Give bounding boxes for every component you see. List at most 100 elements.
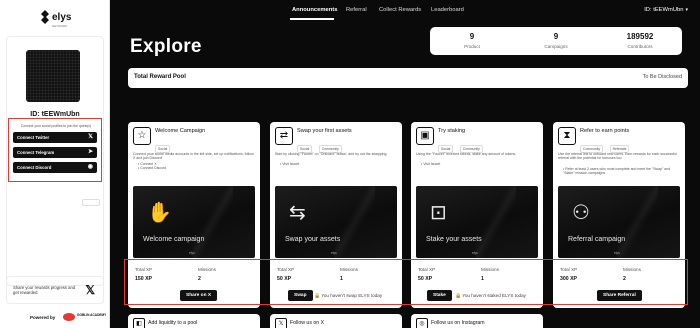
campaign-card-follow-x[interactable]: 𝕏 Follow us on X xyxy=(270,314,402,328)
powered-by-name: GOBLIN ACADEMY xyxy=(77,313,107,317)
goblin-academy-logo-icon xyxy=(63,313,75,321)
card-title: Welcome Campaign xyxy=(155,128,206,134)
x-icon: 𝕏 xyxy=(275,318,287,328)
nav-active-indicator xyxy=(290,18,334,20)
hourglass-icon: ⧗ xyxy=(558,127,576,145)
brand-sub: NETWORK xyxy=(52,24,68,28)
reward-pool-label: Total Reward Pool xyxy=(134,74,186,80)
image-stripe xyxy=(335,186,375,258)
reward-pool-bar: Total Reward Pool To Be Disclosed xyxy=(128,68,688,88)
brand-logo[interactable]: elys NETWORK xyxy=(40,10,74,32)
sidebar: elys NETWORK ID: tEEWmUbn Connect your s… xyxy=(0,0,110,328)
card-image-brand: elys xyxy=(472,251,478,255)
stat-product-label: Product xyxy=(464,44,480,49)
card-image-brand: elys xyxy=(614,251,620,255)
card-image-label: Referral campaign xyxy=(568,236,626,243)
card-title: Swap your first assets xyxy=(297,128,352,134)
image-stripe xyxy=(618,186,658,258)
referral-network-icon: ⚇ xyxy=(572,202,590,224)
card-description: Connect your social media accounts in th… xyxy=(133,152,254,161)
card-description: Use the referral link to onboard new use… xyxy=(558,152,677,161)
stat-campaigns-value: 9 xyxy=(553,32,559,41)
card-image: ⚇ Referral campaign elys xyxy=(558,186,680,258)
card-image: ⊡ Stake your assets elys xyxy=(416,186,538,258)
card-title: Try staking xyxy=(438,128,466,134)
connect-discord-label: Connect Discord xyxy=(17,165,52,170)
staking-icon: ▣ xyxy=(416,127,434,145)
connect-twitter-button[interactable]: Connect Twitter 𝕏 xyxy=(13,132,97,143)
stat-contributors: 189592 Contributors xyxy=(598,32,682,49)
share-x-icon[interactable]: 𝕏 xyxy=(85,283,95,297)
card-title: Add liquidity to a pool xyxy=(148,320,198,326)
nav-announcements[interactable]: Announcements xyxy=(292,7,337,13)
page-title: Explore xyxy=(130,36,202,57)
card-image-label: Swap your assets xyxy=(285,236,341,243)
reward-pool-value: To Be Disclosed xyxy=(642,74,682,80)
card-bullets: • Visit faucet xyxy=(421,162,536,166)
swap-arrows-icon: ⇆ xyxy=(289,202,306,224)
x-icon: 𝕏 xyxy=(88,134,93,140)
nav-leaderboard[interactable]: Leaderboard xyxy=(431,7,464,13)
faint-button[interactable] xyxy=(82,199,100,206)
card-bullet: • Refer at least 2 users who must comple… xyxy=(563,167,671,176)
stat-contributors-value: 189592 xyxy=(626,32,654,41)
star-icon: ☆ xyxy=(133,127,151,145)
card-image: ✋ Welcome campaign elys xyxy=(133,186,255,258)
app-root: elys NETWORK ID: tEEWmUbn Connect your s… xyxy=(0,0,700,328)
connect-telegram-button[interactable]: Connect Telegram ➤ xyxy=(13,147,97,158)
elys-logo-icon xyxy=(41,10,49,24)
top-nav: Announcements Referral Collect Rewards L… xyxy=(110,0,700,22)
card-bullet-text: Visit faucet xyxy=(423,162,441,166)
campaign-card-follow-instagram[interactable]: ◎ Follow us on Instagram xyxy=(411,314,543,328)
card-bullets: • Refer at least 2 users who must comple… xyxy=(563,167,678,175)
connect-socials-panel: Connect your social profiles to join the… xyxy=(8,118,102,182)
card-image-brand: elys xyxy=(189,251,195,255)
connect-twitter-label: Connect Twitter xyxy=(17,135,50,140)
card-title: Follow us on X xyxy=(290,320,325,326)
card-bullet[interactable]: • Visit faucet xyxy=(280,162,395,166)
connect-hint: Connect your social profiles to join the… xyxy=(20,124,92,128)
card-bullets: • Visit faucet xyxy=(280,162,395,166)
stake-coin-icon: ⊡ xyxy=(430,202,447,224)
nav-referral[interactable]: Referral xyxy=(346,7,367,13)
image-stripe xyxy=(476,186,516,258)
card-bullet-text: Connect Discord xyxy=(140,166,167,171)
connect-telegram-label: Connect Telegram xyxy=(17,150,55,155)
stat-campaigns: 9 Campaigns xyxy=(514,32,598,49)
card-description: Start by clicking "Faucet" on "Onboard" … xyxy=(275,152,388,156)
card-image-label: Stake your assets xyxy=(426,236,482,243)
card-title: Refer to earn points xyxy=(580,128,630,134)
share-progress-text: Share your rewards progress and get rewa… xyxy=(13,285,76,295)
avatar xyxy=(26,50,80,102)
powered-by-label: Powered by xyxy=(30,315,56,320)
card-bullet-text: Visit faucet xyxy=(282,162,300,166)
user-id: ID: tEEWmUbn xyxy=(30,111,80,118)
discord-icon: ◉ xyxy=(87,164,93,170)
card-bullet[interactable]: • Visit faucet xyxy=(421,162,536,166)
card-bullet: • Connect Discord xyxy=(138,166,167,171)
card-image-brand: elys xyxy=(331,251,337,255)
card-image-label: Welcome campaign xyxy=(143,236,205,243)
share-progress-panel: Share your rewards progress and get rewa… xyxy=(6,276,104,304)
swap-icon: ⇄ xyxy=(275,127,293,145)
nav-collect-rewards[interactable]: Collect Rewards xyxy=(379,7,421,13)
instagram-icon: ◎ xyxy=(416,318,428,328)
nav-user-id: ID: tEEWmUbn xyxy=(644,7,684,13)
card-image: ⇆ Swap your assets elys xyxy=(275,186,397,258)
card-bullet-text: Refer at least 2 users who must complete… xyxy=(563,167,671,176)
stat-product: 9 Product xyxy=(430,32,514,49)
connect-discord-button[interactable]: Connect Discord ◉ xyxy=(13,162,97,173)
image-stripe xyxy=(193,186,233,258)
card-description: Using the "Faucet" received tokens, stak… xyxy=(416,152,517,156)
wave-hand-icon: ✋ xyxy=(147,202,172,224)
rewards-highlight-box xyxy=(124,259,688,305)
stats-panel: 9 Product 9 Campaigns 189592 Contributor… xyxy=(430,27,682,55)
card-bullets: • Connect X • Connect Discord xyxy=(138,162,253,170)
campaign-card-liquidity[interactable]: ◧ Add liquidity to a pool xyxy=(128,314,260,328)
nav-user-menu[interactable]: ID: tEEWmUbn ▾ xyxy=(644,7,688,13)
telegram-icon: ➤ xyxy=(87,149,93,155)
stat-product-value: 9 xyxy=(469,32,475,41)
brand-name: elys xyxy=(52,12,72,23)
card-title: Follow us on Instagram xyxy=(431,320,485,326)
stat-contributors-label: Contributors xyxy=(627,44,653,49)
